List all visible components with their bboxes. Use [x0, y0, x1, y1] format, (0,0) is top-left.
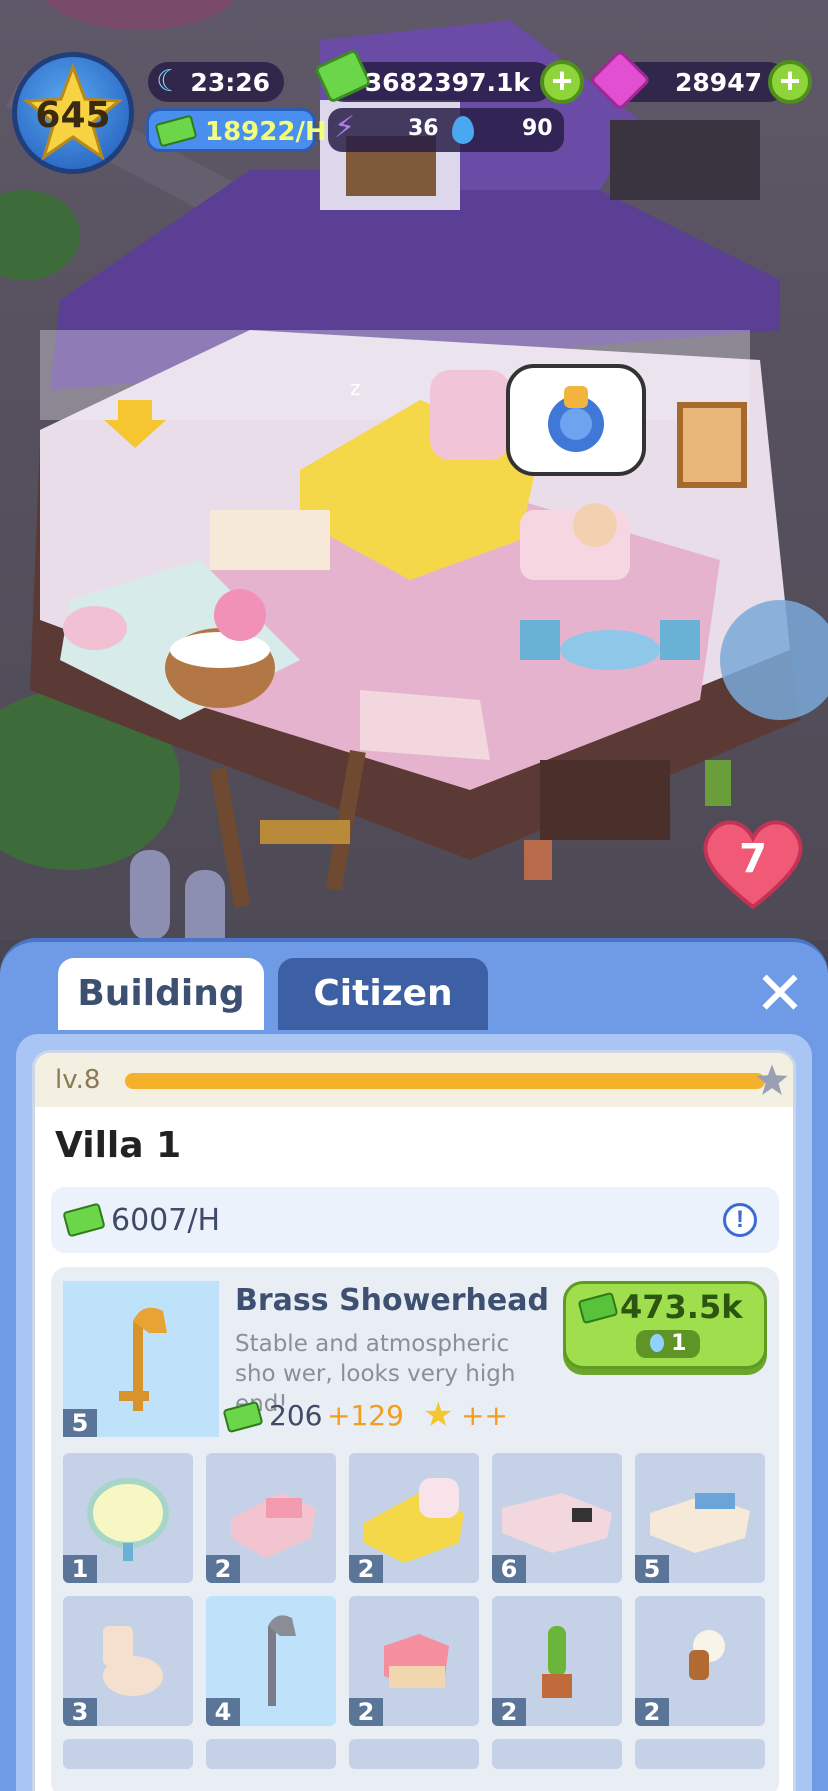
add-cash-button[interactable]: + — [540, 60, 584, 104]
heart-count: 7 — [739, 836, 767, 882]
item-count-badge: 4 — [206, 1698, 240, 1726]
level-row: lv.8 — [35, 1053, 793, 1107]
income-rate-display: 18922/H — [146, 108, 327, 152]
tab-citizen[interactable]: Citizen — [278, 958, 488, 1030]
water-drop-icon — [649, 1334, 664, 1352]
gems-text: 28947 — [675, 68, 762, 97]
time-text: 23:26 — [190, 68, 270, 97]
furniture-slot[interactable] — [63, 1739, 193, 1769]
time-display: ☾ 23:26 — [148, 62, 284, 102]
star-icon — [756, 1064, 788, 1095]
building-name: Villa 1 — [55, 1125, 182, 1166]
svg-text:z: z — [350, 376, 361, 400]
player-level: 645 — [35, 95, 111, 136]
furniture-slot[interactable]: 2 — [206, 1453, 336, 1583]
item-count-badge: 2 — [206, 1555, 240, 1583]
info-button[interactable]: ! — [723, 1203, 757, 1237]
furniture-slot[interactable] — [206, 1739, 336, 1769]
moon-icon: ☾ — [156, 64, 183, 99]
cash-up-icon — [222, 1400, 264, 1434]
furniture-slot[interactable]: 2 — [349, 1596, 479, 1726]
item-count-badge: 2 — [349, 1555, 383, 1583]
star-bonus: ++ — [461, 1399, 508, 1432]
furniture-slot[interactable] — [635, 1739, 765, 1769]
income-base: 206 — [269, 1399, 323, 1432]
level-progress-bar — [125, 1073, 765, 1089]
buy-button[interactable]: 473.5k 1 — [563, 1281, 767, 1369]
level-label: lv.8 — [55, 1065, 101, 1095]
building-income: 6007/H — [111, 1203, 221, 1238]
energy-text: 36 — [408, 116, 439, 141]
cash-up-icon — [154, 114, 198, 148]
furniture-slot[interactable] — [492, 1739, 622, 1769]
item-count-badge: 3 — [63, 1698, 97, 1726]
furniture-slot[interactable]: 6 — [492, 1453, 622, 1583]
pacifier-icon — [548, 386, 604, 452]
furniture-slot[interactable]: 2 — [635, 1596, 765, 1726]
furniture-slot[interactable]: 2 — [492, 1596, 622, 1726]
panel-inner: lv.8 Villa 1 6007/H ! 5 Brass Showerhead… — [16, 1034, 812, 1791]
building-panel: Building Citizen ✕ lv.8 Villa 1 6007/H ! — [0, 938, 828, 1791]
furniture-slot[interactable]: 2 — [349, 1453, 479, 1583]
cash-icon — [577, 1291, 619, 1325]
income-rate-text: 18922/H — [205, 117, 327, 147]
featured-item-name: Brass Showerhead — [235, 1283, 549, 1318]
item-count-badge: 5 — [63, 1409, 97, 1437]
water-cost: 1 — [636, 1330, 700, 1358]
featured-item-image[interactable]: 5 — [63, 1281, 219, 1437]
item-count-badge: 1 — [63, 1555, 97, 1583]
furniture-slot[interactable]: 1 — [63, 1453, 193, 1583]
buy-price: 473.5k — [620, 1288, 743, 1326]
add-gems-button[interactable]: + — [768, 60, 812, 104]
cash-display: 3682397.1k — [313, 48, 554, 104]
water-drop-icon — [452, 116, 474, 144]
gems-display: 28947 — [588, 48, 788, 112]
building-card: lv.8 Villa 1 6007/H ! 5 Brass Showerhead… — [32, 1050, 796, 1791]
star-icon: ★ — [423, 1395, 454, 1435]
item-count-badge: 5 — [635, 1555, 669, 1583]
furniture-slot-selected[interactable]: 4 — [206, 1596, 336, 1726]
baby-need-bubble[interactable] — [506, 364, 646, 476]
furniture-slot[interactable]: 3 — [63, 1596, 193, 1726]
item-count-badge: 2 — [492, 1698, 526, 1726]
player-level-badge[interactable]: 645 — [12, 52, 134, 174]
item-count-badge: 2 — [635, 1698, 669, 1726]
cash-text: 3682397.1k — [364, 68, 530, 97]
building-income-row: 6007/H ! — [51, 1187, 779, 1253]
tab-building[interactable]: Building — [58, 958, 264, 1030]
lightning-icon: ⚡ — [334, 110, 356, 145]
water-cost-text: 1 — [671, 1331, 687, 1356]
furniture-section: 5 Brass Showerhead Stable and atmospheri… — [51, 1267, 779, 1791]
income-bonus: +129 — [327, 1399, 404, 1432]
item-count-badge: 2 — [349, 1698, 383, 1726]
item-count-badge: 6 — [492, 1555, 526, 1583]
furniture-slot[interactable] — [349, 1739, 479, 1769]
cash-up-icon — [62, 1202, 106, 1238]
game-scene[interactable]: z 7 645 ☾ 23:26 3682397.1k + 28947 + 189… — [0, 0, 828, 940]
close-button[interactable]: ✕ — [752, 964, 808, 1024]
water-text: 90 — [522, 116, 553, 141]
furniture-slot[interactable]: 5 — [635, 1453, 765, 1583]
resource-bar: ⚡ 36 90 — [328, 108, 564, 152]
